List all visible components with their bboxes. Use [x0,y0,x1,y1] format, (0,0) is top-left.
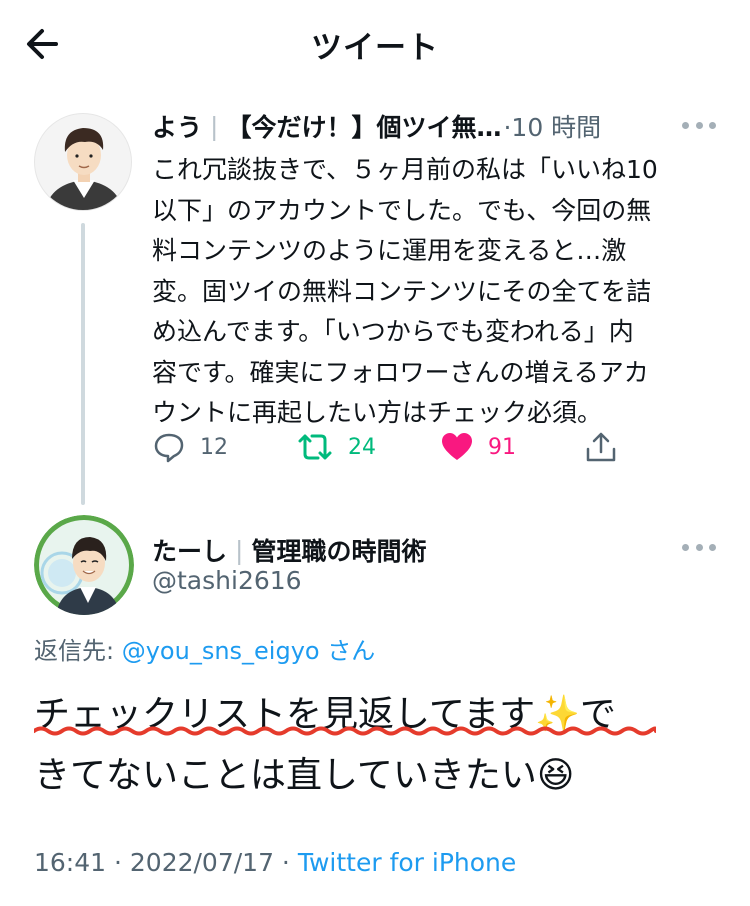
tweet-time-value: 10 時間 [511,113,602,142]
like-count: 91 [488,434,516,460]
like-button[interactable]: 91 [440,424,516,470]
retweet-icon [298,434,332,460]
reply-button[interactable]: 12 [152,424,228,470]
thread-connector [81,223,85,505]
heart-icon [442,433,472,460]
tweet-line: 容です。確実にフォロワーさんの増えるアカ [152,357,649,387]
tweet-line: 以下」のアカウントでした。でも、今回の無 [152,195,652,225]
tweet-time: ·10 時間 [503,113,602,142]
reply-tweet-text: チェックリストを見返してます✨で きてないことは直していきたい😆 [34,684,616,806]
share-icon [586,432,616,462]
more-options-icon[interactable] [682,544,716,554]
avatar[interactable] [34,113,132,211]
grin-emoji: 😆 [536,755,575,796]
parent-tweet-header: よう | 【今だけ！】個ツイ無… ·10 時間 [152,106,662,146]
tweet-text-part: きてないことは直していきたい [34,755,537,796]
tweet-line: きてないことは直していきたい😆 [34,745,616,806]
profile-suffix[interactable]: 【今だけ！】個ツイ無… [226,108,501,144]
display-name[interactable]: たーし [152,532,227,568]
top-bar: ツイート [0,0,750,88]
more-options-icon[interactable] [682,122,716,132]
timestamp-text: 16:41 · 2022/07/17 · [34,848,298,877]
red-squiggle-underline [34,726,656,736]
tweet-line: 変。固ツイの無料コンテンツにその全てを詰 [152,276,652,306]
tweet-actions: 12 24 91 [152,424,632,470]
source-link[interactable]: Twitter for iPhone [298,848,516,877]
tweet-timestamp: 16:41 · 2022/07/17 · Twitter for iPhone [34,848,516,877]
tweet-line: 料コンテンツのように運用を変えると…激 [152,236,627,265]
page-title: ツイート [311,30,439,66]
profile-suffix[interactable]: 管理職の時間術 [251,532,426,568]
retweet-count: 24 [348,434,376,460]
parent-tweet-text: これ冗談抜きで、５ヶ月前の私は「いいね10 以下」のアカウントでした。でも、今回… [152,150,720,434]
reply-label: 返信先: [34,637,122,665]
reply-mention-link[interactable]: @you_sns_eigyo [122,637,320,665]
share-button[interactable] [584,424,618,470]
retweet-button[interactable]: 24 [296,424,376,470]
tweet-line: め込んでます。「いつからでも変われる」内 [152,317,634,346]
user-handle[interactable]: @tashi2616 [152,566,302,595]
replying-to: 返信先: @you_sns_eigyo さん [34,631,375,666]
tweet-line: これ冗談抜きで、５ヶ月前の私は「いいね10 [152,155,658,184]
name-separator: | [210,111,219,141]
avatar[interactable] [34,515,134,615]
reply-count: 12 [200,434,228,460]
name-separator: | [235,535,244,565]
reply-tweet-header: たーし | 管理職の時間術 [152,530,426,570]
display-name[interactable]: よう [152,108,202,144]
reply-suffix: さん [319,637,376,665]
reply-icon [154,433,184,463]
